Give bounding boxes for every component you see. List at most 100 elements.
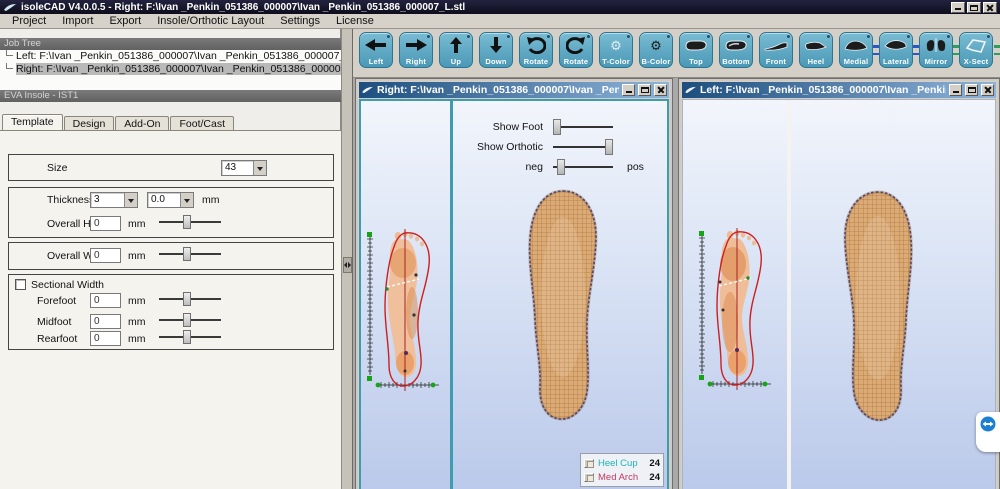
toolbar-right-button[interactable]: Right — [399, 32, 433, 68]
insole-medial-view-icon — [840, 35, 872, 55]
dropdown-arrow-icon[interactable] — [180, 193, 193, 207]
teamviewer-tab[interactable] — [976, 412, 1000, 452]
toolbar-up-button[interactable]: Up — [439, 32, 473, 68]
overall-height-unit: mm — [128, 218, 146, 230]
overall-width-input[interactable] — [90, 248, 121, 263]
panel-splitter[interactable] — [341, 29, 353, 489]
overall-height-input[interactable] — [90, 216, 121, 231]
insole-tabstrip: Template Design Add-On Foot/Cast — [2, 114, 340, 130]
pos-label: pos — [627, 161, 644, 173]
arrow-right-icon — [400, 35, 432, 55]
main-titlebar[interactable]: isoleCAD V4.0.0.5 - Right: F:\Ivan _Penk… — [0, 0, 1000, 14]
viewport-minimize-button[interactable] — [622, 84, 635, 96]
show-orthotic-slider[interactable] — [553, 139, 613, 155]
midfoot-label: Midfoot — [37, 316, 71, 328]
sectional-width-checkbox[interactable] — [15, 279, 26, 290]
viewport-left-titlebar[interactable]: Left: F:\Ivan _Penkin_051386_000007\Ivan… — [682, 82, 996, 98]
view-toolbar: Left Right Up Down Rotate Rotate — [353, 29, 1000, 78]
toolbar-medial-view-button[interactable]: Medial — [839, 32, 873, 68]
viewport-left-title: Left: F:\Ivan _Penkin_051386_000007\Ivan… — [700, 84, 946, 96]
splitter-grip-icon[interactable] — [343, 257, 352, 273]
toolbar-connector — [994, 45, 1000, 55]
menu-import[interactable]: Import — [54, 15, 101, 27]
toolbar-heel-view-button[interactable]: Heel — [799, 32, 833, 68]
midfoot-unit: mm — [128, 316, 146, 328]
insole-lateral-view-icon — [880, 35, 912, 55]
heel-cup-swatch-button[interactable] — [584, 459, 594, 468]
viewport-close-button[interactable] — [981, 84, 994, 96]
job-tree-header: Job Tree — [0, 38, 341, 50]
size-dropdown[interactable]: 43 — [221, 160, 267, 176]
toolbar-t-color-button[interactable]: ⚙ T-Color — [599, 32, 633, 68]
show-foot-slider[interactable] — [553, 119, 613, 135]
forefoot-input[interactable] — [90, 293, 121, 308]
toolbar-rotate-ccw-button[interactable]: Rotate — [519, 32, 553, 68]
viewport-right-title: Right: F:\Ivan _Penkin_051386_000007\Iva… — [377, 84, 619, 96]
viewport-close-button[interactable] — [654, 84, 667, 96]
foot-scan-pane[interactable] — [683, 100, 787, 489]
tab-foot-cast[interactable]: Foot/Cast — [170, 116, 234, 130]
midfoot-input[interactable] — [90, 314, 121, 329]
toolbar-bottom-view-button[interactable]: Bottom — [719, 32, 753, 68]
overall-height-slider[interactable] — [159, 215, 221, 229]
neg-pos-slider[interactable] — [553, 159, 613, 175]
rearfoot-input[interactable] — [90, 331, 121, 346]
heel-cup-value: 24 — [649, 458, 660, 469]
minimize-button[interactable] — [951, 2, 965, 13]
close-button[interactable] — [983, 2, 997, 13]
display-controls: Show Foot Show Orthotic neg pos — [453, 117, 667, 177]
job-tree-item-left[interactable]: Left: F:\Ivan _Penkin_051386_000007\Ivan… — [0, 50, 341, 63]
overall-width-group: Overall Width mm — [8, 242, 334, 270]
tree-connector — [6, 63, 13, 69]
tab-design[interactable]: Design — [64, 116, 115, 130]
viewport-maximize-button[interactable] — [638, 84, 651, 96]
overall-width-slider[interactable] — [159, 247, 221, 261]
midfoot-slider[interactable] — [159, 313, 221, 327]
orthotic-pane[interactable]: Show Foot Show Orthotic neg pos — [453, 101, 667, 489]
toolbar-front-view-button[interactable]: Front — [759, 32, 793, 68]
size-label: Size — [47, 162, 67, 174]
viewport-minimize-button[interactable] — [949, 84, 962, 96]
viewport-maximize-button[interactable] — [965, 84, 978, 96]
tab-template[interactable]: Template — [2, 114, 63, 130]
orthotic-pane[interactable] — [791, 100, 995, 489]
parameter-legend: Heel Cup 24 Med Arch 24 — [580, 453, 664, 487]
tree-connector — [6, 50, 13, 56]
restore-button[interactable] — [967, 2, 981, 13]
foot-scan-pane[interactable] — [361, 101, 450, 489]
menubar: Project Import Export Insole/Orthotic La… — [0, 14, 1000, 29]
tab-add-on[interactable]: Add-On — [115, 116, 169, 130]
arrow-left-icon — [360, 35, 392, 55]
insole-top-view-icon — [680, 35, 712, 55]
menu-export[interactable]: Export — [101, 15, 149, 27]
job-tree-item-right[interactable]: Right: F:\Ivan _Penkin_051386_000007\Iva… — [0, 63, 341, 76]
med-arch-swatch-button[interactable] — [584, 473, 594, 482]
toolbar-left-button[interactable]: Left — [359, 32, 393, 68]
rotate-ccw-icon — [520, 35, 552, 55]
toolbar-rotate-cw-button[interactable]: Rotate — [559, 32, 593, 68]
left-panel: Job Tree Left: F:\Ivan _Penkin_051386_00… — [0, 29, 341, 489]
insole-front-view-icon — [760, 35, 792, 55]
dropdown-arrow-icon[interactable] — [253, 161, 266, 175]
toolbar-down-button[interactable]: Down — [479, 32, 513, 68]
toolbar-mirror-button[interactable]: Mirror — [919, 32, 953, 68]
toolbar-x-sect-button[interactable]: X-Sect — [959, 32, 993, 68]
viewport-right-titlebar[interactable]: Right: F:\Ivan _Penkin_051386_000007\Iva… — [359, 82, 669, 98]
thickness-offset-dropdown[interactable]: 0.0 — [147, 192, 194, 208]
thickness-dropdown[interactable]: 3 — [90, 192, 138, 208]
size-group: Size 43 — [8, 154, 334, 181]
mdi-workspace: Left Right Up Down Rotate Rotate — [353, 29, 1000, 489]
menu-insole-orthotic-layout[interactable]: Insole/Orthotic Layout — [149, 15, 272, 27]
toolbar-top-view-button[interactable]: Top — [679, 32, 713, 68]
arrow-down-icon — [480, 35, 512, 55]
toolbar-b-color-button[interactable]: ⚙ B-Color — [639, 32, 673, 68]
toolbar-lateral-view-button[interactable]: Lateral — [879, 32, 913, 68]
menu-project[interactable]: Project — [4, 15, 54, 27]
rearfoot-slider[interactable] — [159, 330, 221, 344]
dropdown-arrow-icon[interactable] — [124, 193, 137, 207]
menu-license[interactable]: License — [328, 15, 382, 27]
menu-settings[interactable]: Settings — [272, 15, 328, 27]
show-orthotic-label: Show Orthotic — [453, 141, 553, 153]
forefoot-slider[interactable] — [159, 292, 221, 306]
sectional-width-group: Sectional Width Forefoot mm Midfoot mm R… — [8, 274, 334, 350]
